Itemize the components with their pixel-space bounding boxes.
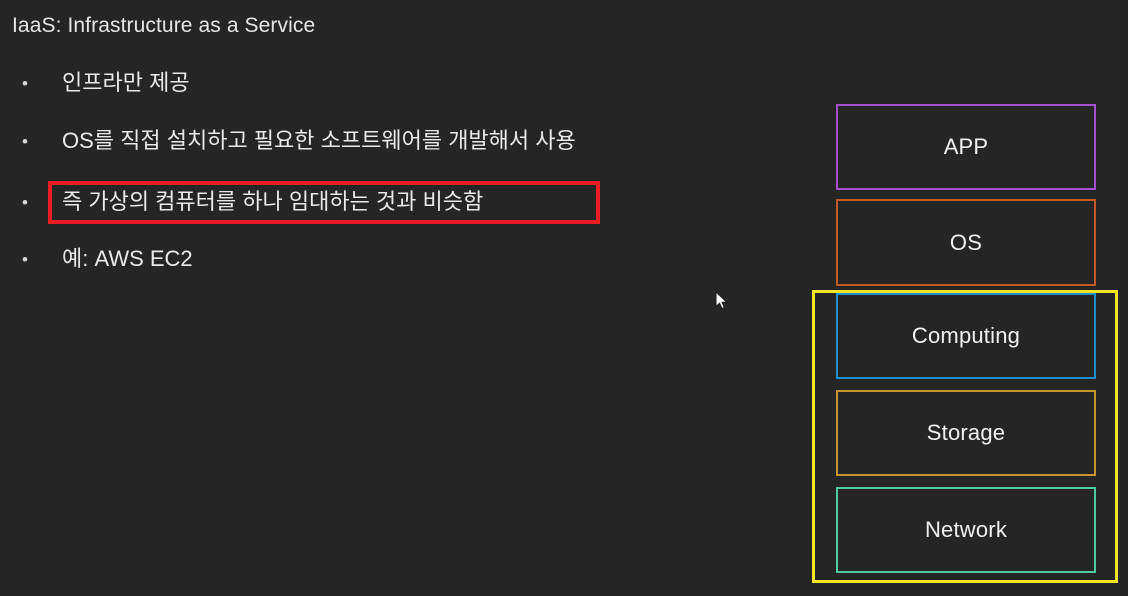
page-title: IaaS: Infrastructure as a Service [12, 14, 316, 37]
bullet-marker-icon: • [22, 131, 28, 151]
bullet-marker-icon: • [22, 73, 28, 93]
stack-layer-os: OS [836, 199, 1096, 286]
bullet-item-3: • 즉 가상의 컴퓨터를 하나 임대하는 것과 비슷함 [22, 182, 483, 222]
bullet-item-4: • 예: AWS EC2 [22, 239, 193, 279]
stack-layer-app: APP [836, 104, 1096, 190]
bullet-marker-icon: • [22, 249, 28, 269]
stack-layer-label-network: Network [924, 517, 1008, 542]
bullet-item-2: • OS를 직접 설치하고 필요한 소프트웨어를 개발해서 사용 [22, 121, 576, 161]
bullet-text-1: 인프라만 제공 [62, 70, 190, 95]
stack-layer-label-app: APP [943, 134, 989, 159]
mouse-pointer-icon [715, 291, 729, 310]
bullet-text-2: OS를 직접 설치하고 필요한 소프트웨어를 개발해서 사용 [62, 128, 576, 153]
bullet-text-3: 즉 가상의 컴퓨터를 하나 임대하는 것과 비슷함 [62, 189, 484, 214]
stack-layer-label-os: OS [949, 229, 983, 255]
slide-canvas: IaaS: Infrastructure as a Service • 인프라만… [0, 0, 1128, 596]
stack-layer-label-storage: Storage [926, 420, 1006, 445]
stack-layer-network: Network [836, 487, 1096, 573]
stack-layer-label-computing: Computing [911, 323, 1021, 348]
bullet-marker-icon: • [22, 192, 28, 212]
stack-layer-computing: Computing [836, 293, 1096, 379]
bullet-text-4: 예: AWS EC2 [62, 246, 193, 271]
bullet-item-1: • 인프라만 제공 [22, 63, 190, 103]
stack-layer-storage: Storage [836, 390, 1096, 476]
